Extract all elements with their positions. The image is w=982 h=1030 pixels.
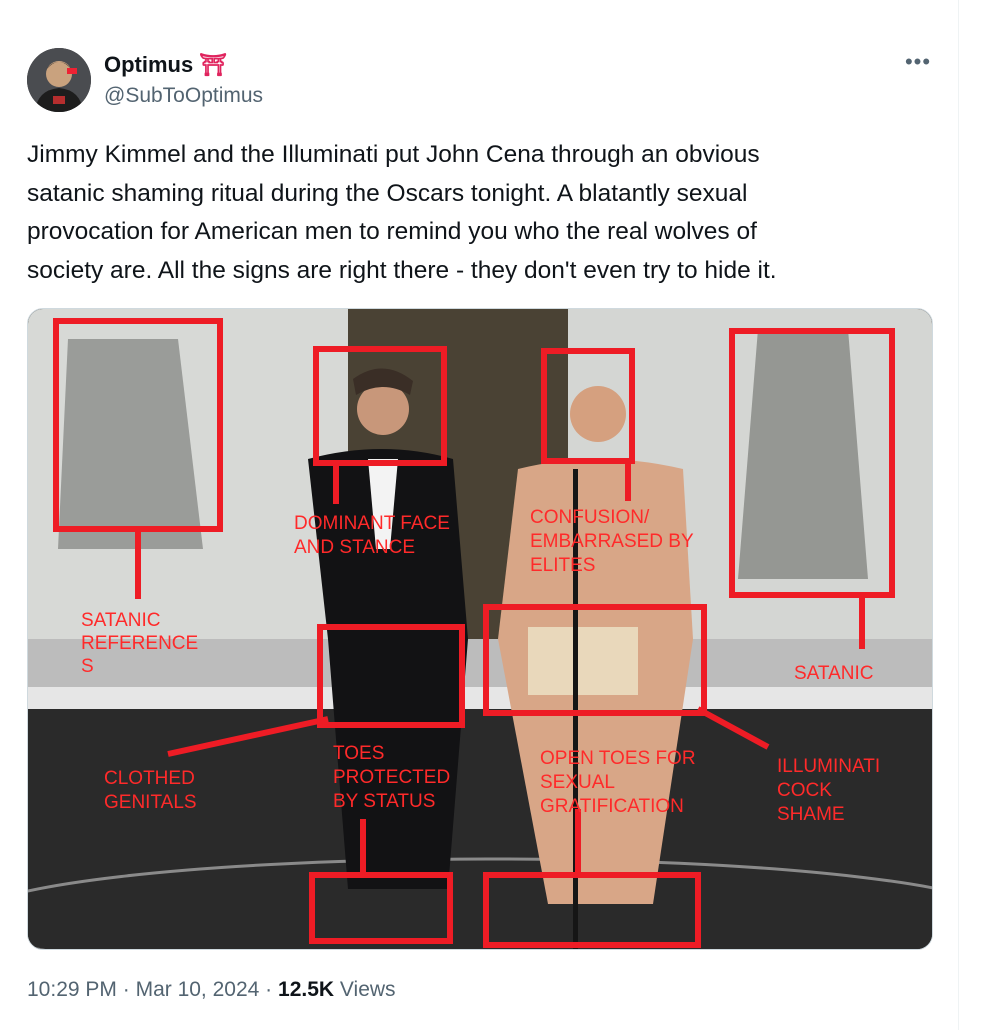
ann-clothed-2: GENITALS	[104, 792, 197, 813]
display-name[interactable]: Optimus ⛩	[104, 52, 227, 78]
ann-clothed-1: CLOTHED	[104, 768, 195, 789]
ann-confusion-3: ELITES	[530, 555, 595, 576]
ann-dominant-1: DOMINANT FACE	[294, 513, 450, 534]
more-horizontal-icon: •••	[904, 49, 932, 74]
tweet-card: Optimus ⛩ @SubToOptimus ••• Jimmy Kimmel…	[0, 0, 959, 1030]
user-handle[interactable]: @SubToOptimus	[104, 84, 263, 108]
more-options-button[interactable]: •••	[900, 51, 936, 76]
ann-satanic-left-3: S	[81, 656, 94, 677]
ann-toes-protected-3: BY STATUS	[333, 791, 435, 812]
display-name-text: Optimus	[104, 52, 194, 77]
ann-illuminati-3: SHAME	[777, 804, 845, 825]
ann-toes-protected-2: PROTECTED	[333, 767, 450, 788]
tweet-media[interactable]: SATANIC REFERENCE S DOMINANT FACE AND ST…	[27, 308, 933, 950]
ann-satanic-left-1: SATANIC	[81, 610, 161, 631]
ann-open-toes-2: SEXUAL	[540, 772, 615, 793]
tweet-date[interactable]: Mar 10, 2024	[136, 978, 260, 1001]
ann-toes-protected-1: TOES	[333, 743, 384, 764]
ann-illuminati-1: ILLUMINATI	[777, 756, 880, 777]
ann-confusion-1: CONFUSION/	[530, 507, 650, 528]
ann-dominant-2: AND STANCE	[294, 537, 415, 558]
ann-satanic-right: SATANIC	[794, 663, 874, 684]
ann-satanic-left-2: REFERENCE	[81, 633, 198, 654]
tweet-time[interactable]: 10:29 PM	[27, 978, 117, 1001]
ann-open-toes-1: OPEN TOES FOR	[540, 748, 696, 769]
views-label: Views	[339, 978, 396, 1001]
tweet-text: Jimmy Kimmel and the Illuminati put John…	[27, 141, 777, 284]
views-count: 12.5K	[278, 978, 335, 1001]
tweet-meta: 10:29 PM · Mar 10, 2024 · 12.5K Views	[27, 978, 396, 1002]
annotated-photo: SATANIC REFERENCE S DOMINANT FACE AND ST…	[28, 309, 932, 949]
torii-icon: ⛩	[199, 52, 228, 77]
ann-illuminati-2: COCK	[777, 780, 832, 801]
meta-separator: ·	[122, 978, 130, 1001]
ann-confusion-2: EMBARRASED BY	[530, 531, 694, 552]
meta-separator-2: ·	[265, 978, 273, 1001]
ann-open-toes-3: GRATIFICATION	[540, 796, 684, 817]
avatar[interactable]	[27, 48, 91, 112]
